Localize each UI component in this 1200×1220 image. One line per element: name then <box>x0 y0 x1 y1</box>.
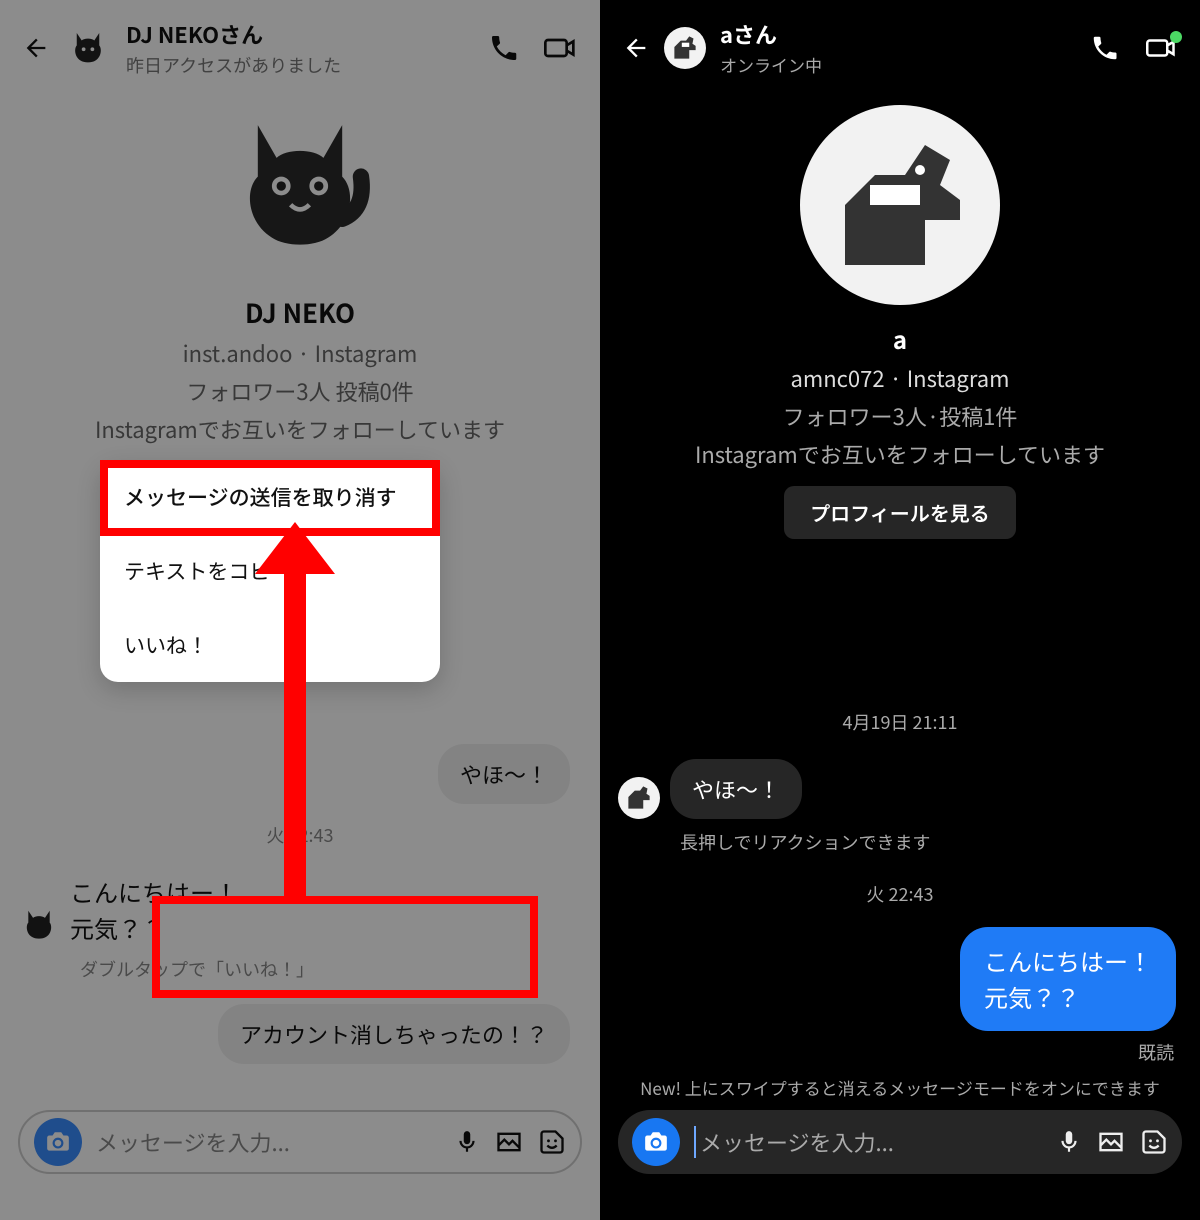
gallery-button[interactable] <box>1096 1128 1126 1156</box>
screenshot-right: aさん オンライン中 a amnc072 · Instagram フォロワー3人… <box>600 0 1200 1220</box>
dog-icon <box>820 125 980 285</box>
chat-header: DJ NEKOさん 昨日アクセスがありました <box>0 0 600 96</box>
reaction-hint: 長押しでリアクションできます <box>600 829 1200 855</box>
message-line: こんにちはー！ <box>984 943 1152 979</box>
profile-handle: amnc072 · Instagram <box>600 362 1200 394</box>
profile-stats: フォロワー3人 投稿0件 <box>0 375 600 407</box>
header-avatar[interactable] <box>664 27 706 69</box>
profile-name: DJ NEKO <box>0 294 600 331</box>
sender-avatar[interactable] <box>18 904 60 946</box>
profile-avatar[interactable] <box>210 96 390 276</box>
composer-placeholder: メッセージを入力... <box>694 1126 894 1158</box>
voice-button[interactable] <box>454 1127 480 1157</box>
message-bubble[interactable]: やほ〜！ <box>670 759 802 819</box>
cat-icon <box>20 906 58 944</box>
back-button[interactable] <box>22 34 50 62</box>
arrow-left-icon <box>22 34 50 62</box>
chat-header: aさん オンライン中 <box>600 0 1200 95</box>
camera-button[interactable] <box>34 1118 82 1166</box>
image-icon <box>494 1128 524 1156</box>
message-line: 元気？？ <box>984 979 1152 1015</box>
annotation-highlight-box <box>152 896 538 998</box>
composer-input[interactable]: メッセージを入力... <box>694 1126 1042 1158</box>
vanish-mode-hint: New! 上にスワイプすると消えるメッセージモードをオンにできます <box>600 1075 1200 1100</box>
arrow-left-icon <box>622 34 650 62</box>
profile-card: DJ NEKO inst.andoo · Instagram フォロワー3人 投… <box>0 96 600 514</box>
mic-icon <box>454 1127 480 1157</box>
profile-name: a <box>600 321 1200 356</box>
mic-icon <box>1056 1127 1082 1157</box>
cat-icon <box>68 28 108 68</box>
gallery-button[interactable] <box>494 1128 524 1156</box>
camera-icon <box>45 1129 71 1155</box>
dog-icon <box>622 781 656 815</box>
audio-call-button[interactable] <box>1090 33 1120 63</box>
sticker-icon <box>538 1128 566 1156</box>
composer-placeholder: メッセージを入力... <box>96 1126 290 1158</box>
video-icon <box>542 32 578 64</box>
timestamp: 4月19日 21:11 <box>600 709 1200 735</box>
cat-icon <box>225 111 375 261</box>
back-button[interactable] <box>622 34 650 62</box>
profile-stats: フォロワー3人·投稿1件 <box>600 400 1200 432</box>
image-icon <box>1096 1128 1126 1156</box>
chat-title[interactable]: aさん <box>720 18 1076 50</box>
profile-mutual: Instagramでお互いをフォローしています <box>0 413 600 445</box>
sticker-icon <box>1140 1128 1168 1156</box>
profile-handle: inst.andoo · Instagram <box>0 337 600 369</box>
sticker-button[interactable] <box>538 1128 566 1156</box>
header-avatar[interactable] <box>64 24 112 72</box>
message-out[interactable]: アカウント消しちゃったの！？ <box>0 1004 600 1064</box>
view-profile-button[interactable]: プロフィールを見る <box>784 486 1016 539</box>
message-composer[interactable]: メッセージを入力... <box>18 1110 582 1174</box>
message-bubble[interactable]: こんにちはー！ 元気？？ <box>960 927 1176 1031</box>
message-in[interactable]: やほ〜！ <box>600 759 1200 819</box>
profile-avatar[interactable] <box>800 105 1000 305</box>
composer-input[interactable]: メッセージを入力... <box>96 1126 440 1158</box>
screenshot-left: DJ NEKOさん 昨日アクセスがありました DJ NEKO inst.ando… <box>0 0 600 1220</box>
timestamp: 火 22:43 <box>600 881 1200 907</box>
annotation-arrow-up-icon <box>265 522 325 902</box>
camera-icon <box>643 1129 669 1155</box>
sticker-button[interactable] <box>1140 1128 1168 1156</box>
camera-button[interactable] <box>632 1118 680 1166</box>
chat-subtitle: 昨日アクセスがありました <box>126 52 474 78</box>
voice-button[interactable] <box>1056 1127 1082 1157</box>
chat-title[interactable]: DJ NEKOさん <box>126 18 474 50</box>
annotation-highlight-box <box>100 460 440 536</box>
chat-subtitle: オンライン中 <box>720 52 1076 77</box>
message-composer[interactable]: メッセージを入力... <box>618 1110 1182 1174</box>
sender-avatar[interactable] <box>618 777 660 819</box>
message-out[interactable]: こんにちはー！ 元気？？ <box>600 927 1200 1031</box>
profile-card: a amnc072 · Instagram フォロワー3人·投稿1件 Insta… <box>600 105 1200 539</box>
seen-label: 既読 <box>1138 1039 1174 1065</box>
dog-icon <box>668 31 702 65</box>
video-call-button[interactable] <box>542 32 578 64</box>
message-bubble[interactable]: アカウント消しちゃったの！？ <box>218 1004 570 1064</box>
audio-call-button[interactable] <box>488 32 520 64</box>
phone-icon <box>488 32 520 64</box>
phone-icon <box>1090 33 1120 63</box>
video-call-button[interactable] <box>1144 33 1178 63</box>
online-dot-icon <box>1170 31 1182 43</box>
profile-mutual: Instagramでお互いをフォローしています <box>600 438 1200 470</box>
message-bubble[interactable]: やほ〜！ <box>438 744 570 804</box>
